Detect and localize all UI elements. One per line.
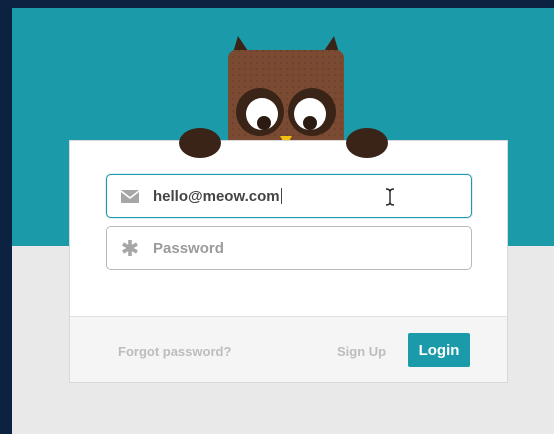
password-placeholder: Password (153, 239, 224, 257)
envelope-icon (107, 175, 153, 217)
owl-right-paw (346, 128, 388, 158)
login-button[interactable]: Login (408, 333, 470, 367)
email-field[interactable]: hello@meow.com (106, 174, 472, 218)
login-card: hello@meow.com Password Forgot password?… (69, 140, 508, 383)
password-field[interactable]: Password (106, 226, 472, 270)
email-value: hello@meow.com (153, 187, 280, 205)
owl-left-paw (179, 128, 221, 158)
sign-up-link[interactable]: Sign Up (337, 344, 386, 359)
text-cursor-icon (385, 188, 395, 206)
owl-mascot (224, 36, 348, 148)
forgot-password-link[interactable]: Forgot password? (118, 344, 231, 359)
window-top-edge (0, 0, 554, 8)
asterisk-icon (107, 227, 153, 269)
window-left-edge (0, 0, 12, 434)
text-caret (280, 188, 282, 204)
card-footer: Forgot password? Sign Up Login (70, 316, 507, 382)
